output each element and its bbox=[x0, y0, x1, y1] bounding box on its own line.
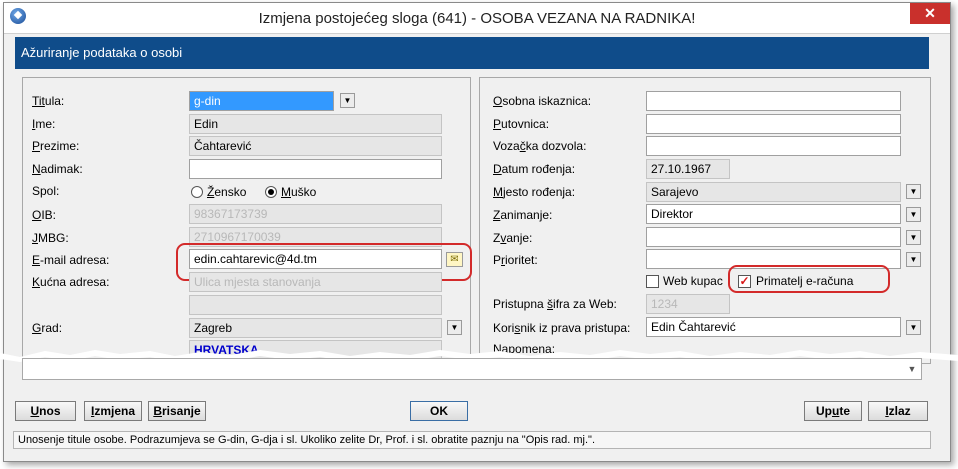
grad-dropdown-button[interactable]: ▼ bbox=[447, 320, 462, 335]
korisnik-label: Korisnik iz prava pristupa: bbox=[493, 321, 631, 335]
titula-label: Titula: bbox=[32, 94, 65, 108]
jmbg-label: JMBG: bbox=[32, 231, 69, 245]
spol-zensko-label: Žensko bbox=[207, 185, 247, 199]
section-header: Ažuriranje podataka o osobi bbox=[15, 37, 929, 69]
mjesto-rodjenja-field[interactable]: Sarajevo bbox=[646, 182, 901, 202]
spol-musko-label: Muško bbox=[281, 185, 317, 199]
unos-button[interactable]: Unos bbox=[15, 401, 76, 421]
title-bar[interactable]: Izmjena postojećeg sloga (641) - OSOBA V… bbox=[4, 3, 950, 34]
grad-label: Grad: bbox=[32, 321, 63, 335]
osobna-input[interactable] bbox=[646, 91, 901, 111]
korisnik-dropdown-button[interactable]: ▼ bbox=[906, 320, 921, 335]
korisnik-input[interactable]: Edin Čahtarević bbox=[646, 317, 901, 337]
grad-field[interactable]: Zagreb bbox=[189, 318, 442, 338]
pristupna-sifra-label: Pristupna šifra za Web: bbox=[493, 297, 617, 311]
window-title: Izmjena postojećeg sloga (641) - OSOBA V… bbox=[258, 10, 696, 27]
ime-label: Ime: bbox=[32, 117, 56, 131]
prioritet-dropdown-button[interactable]: ▼ bbox=[906, 252, 921, 267]
izlaz-button[interactable]: Izlaz bbox=[868, 401, 928, 421]
spol-zensko-radio[interactable] bbox=[191, 186, 203, 198]
close-icon: ✕ bbox=[924, 5, 936, 21]
nadimak-label: Nadimak: bbox=[32, 162, 83, 176]
upute-button[interactable]: Upute bbox=[804, 401, 862, 421]
osobna-label: Osobna iskaznica: bbox=[493, 94, 592, 108]
vozacka-input[interactable] bbox=[646, 136, 901, 156]
napomena-textarea[interactable]: ▼ bbox=[22, 358, 922, 380]
oib-label: OIB: bbox=[32, 208, 57, 222]
zvanje-label: Zvanje: bbox=[493, 231, 533, 245]
zanimanje-dropdown-button[interactable]: ▼ bbox=[906, 207, 921, 222]
oib-field[interactable]: 98367173739 bbox=[189, 204, 442, 224]
close-button[interactable]: ✕ bbox=[910, 3, 950, 24]
zvanje-input[interactable] bbox=[646, 227, 901, 247]
spol-musko-radio[interactable] bbox=[265, 186, 277, 198]
spol-label: Spol: bbox=[32, 184, 60, 198]
brisanje-button[interactable]: Brisanje bbox=[148, 401, 206, 421]
izmjena-button[interactable]: Izmjena bbox=[84, 401, 142, 421]
zanimanje-label: Zanimanje: bbox=[493, 208, 553, 222]
prioritet-label: Prioritet: bbox=[493, 253, 538, 267]
mjesto-dropdown-button[interactable]: ▼ bbox=[906, 184, 921, 199]
zvanje-dropdown-button[interactable]: ▼ bbox=[906, 230, 921, 245]
putovnica-label: Putovnica: bbox=[493, 117, 550, 131]
pristupna-sifra-field[interactable]: 1234 bbox=[646, 294, 730, 314]
dropdown-arrow-icon: ▼ bbox=[450, 323, 459, 332]
prezime-label: Prezime: bbox=[32, 139, 80, 153]
dropdown-arrow-icon: ▼ bbox=[909, 233, 918, 242]
mjesto-rodjenja-label: Mjesto rođenja: bbox=[493, 185, 576, 199]
dropdown-arrow-icon: ▼ bbox=[909, 210, 918, 219]
kucna-adresa-field-2[interactable] bbox=[189, 295, 442, 315]
kucna-adresa-label: Kućna adresa: bbox=[32, 275, 110, 289]
web-kupac-label: Web kupac bbox=[663, 274, 723, 288]
dropdown-arrow-icon: ▼ bbox=[909, 323, 918, 332]
datum-rodjenja-field[interactable]: 27.10.1967 bbox=[646, 159, 730, 179]
kucna-adresa-field[interactable]: Ulica mjesta stanovanja bbox=[189, 272, 442, 292]
email-label: E-mail adresa: bbox=[32, 253, 110, 267]
datum-rodjenja-label: Datum rođenja: bbox=[493, 162, 576, 176]
putovnica-input[interactable] bbox=[646, 114, 901, 134]
zanimanje-input[interactable]: Direktor bbox=[646, 204, 901, 224]
nadimak-input[interactable] bbox=[189, 159, 442, 179]
vozacka-label: Vozačka dozvola: bbox=[493, 139, 587, 153]
primatelj-highlight bbox=[728, 265, 890, 293]
dropdown-arrow-icon: ▼ bbox=[343, 96, 352, 105]
status-bar: Unosenje titule osobe. Podrazumjeva se G… bbox=[13, 431, 931, 449]
dropdown-arrow-icon: ▼ bbox=[909, 255, 918, 264]
prezime-field[interactable]: Čahtarević bbox=[189, 136, 442, 156]
ime-field[interactable]: Edin bbox=[189, 114, 442, 134]
ok-button[interactable]: OK bbox=[410, 401, 468, 421]
titula-dropdown-button[interactable]: ▼ bbox=[340, 93, 355, 108]
titula-input[interactable]: g-din bbox=[189, 91, 334, 111]
dropdown-arrow-icon: ▼ bbox=[909, 187, 918, 196]
web-kupac-checkbox[interactable] bbox=[646, 275, 659, 288]
scroll-down-icon[interactable]: ▼ bbox=[906, 363, 918, 375]
